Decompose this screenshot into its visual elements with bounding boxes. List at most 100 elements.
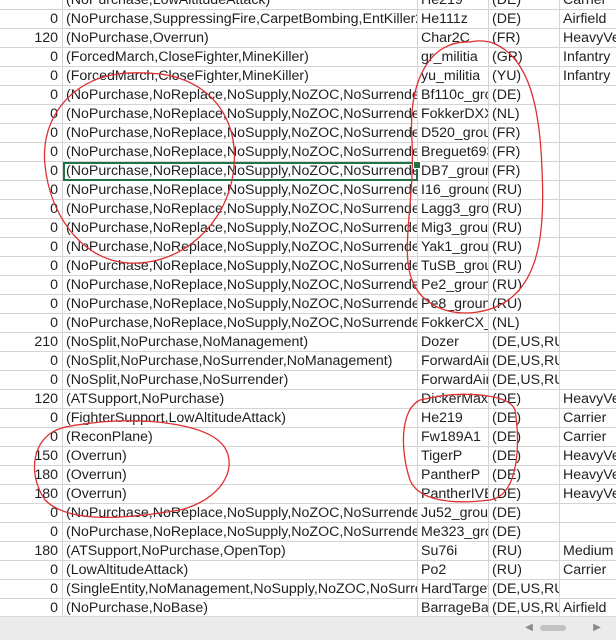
value-cell[interactable]: 0	[0, 200, 63, 219]
unit-name-cell[interactable]: D520_ground	[418, 124, 489, 143]
flags-cell[interactable]: (Overrun)	[63, 485, 418, 504]
nation-cell[interactable]: (RU)	[489, 181, 560, 200]
nation-cell[interactable]: (DE)	[489, 10, 560, 29]
class-cell[interactable]	[560, 143, 616, 162]
class-cell[interactable]	[560, 124, 616, 143]
nation-cell[interactable]: (GR)	[489, 48, 560, 67]
nation-cell[interactable]: (RU)	[489, 200, 560, 219]
nation-cell[interactable]: (DE)	[489, 428, 560, 447]
value-cell[interactable]: 0	[0, 162, 63, 181]
scroll-left-arrow-icon[interactable]: ◀	[522, 621, 536, 635]
nation-cell[interactable]: (DE,US,RU,GB,JP,IT,FR)	[489, 580, 560, 599]
class-cell[interactable]	[560, 314, 616, 333]
flags-cell[interactable]: (Overrun)	[63, 447, 418, 466]
flags-cell[interactable]: (NoPurchase,LowAltitudeAttack)	[63, 0, 418, 10]
nation-cell[interactable]: (FR)	[489, 124, 560, 143]
unit-name-cell[interactable]: Bf110c_ground	[418, 86, 489, 105]
value-cell[interactable]: 0	[0, 86, 63, 105]
flags-cell[interactable]: (NoPurchase,NoReplace,NoSupply,NoZOC,NoS…	[63, 276, 418, 295]
value-cell[interactable]: 0	[0, 48, 63, 67]
value-cell[interactable]: 0	[0, 352, 63, 371]
value-cell[interactable]: 0	[0, 580, 63, 599]
unit-name-cell[interactable]: TigerP	[418, 447, 489, 466]
value-cell[interactable]: 180	[0, 485, 63, 504]
unit-name-cell[interactable]: Char2C	[418, 29, 489, 48]
value-cell[interactable]: 0	[0, 257, 63, 276]
unit-name-cell[interactable]: Breguet693	[418, 143, 489, 162]
value-cell[interactable]: 0	[0, 314, 63, 333]
value-cell[interactable]: 0	[0, 105, 63, 124]
class-cell[interactable]	[560, 238, 616, 257]
class-cell[interactable]	[560, 333, 616, 352]
class-cell[interactable]: Infantry	[560, 67, 616, 86]
flags-cell[interactable]: (NoPurchase,NoReplace,NoSupply,NoZOC,NoS…	[63, 523, 418, 542]
value-cell[interactable]: 0	[0, 523, 63, 542]
nation-cell[interactable]: (FR)	[489, 143, 560, 162]
flags-cell[interactable]: (ReconPlane)	[63, 428, 418, 447]
unit-name-cell[interactable]: Su76i	[418, 542, 489, 561]
flags-cell[interactable]: (LowAltitudeAttack)	[63, 561, 418, 580]
unit-name-cell[interactable]: Po2	[418, 561, 489, 580]
nation-cell[interactable]: (DE)	[489, 504, 560, 523]
flags-cell[interactable]: (ForcedMarch,CloseFighter,MineKiller)	[63, 48, 418, 67]
nation-cell[interactable]: (FR)	[489, 162, 560, 181]
flags-cell[interactable]: (NoPurchase,NoReplace,NoSupply,NoZOC,NoS…	[63, 105, 418, 124]
nation-cell[interactable]: (DE)	[489, 485, 560, 504]
class-cell[interactable]	[560, 504, 616, 523]
unit-name-cell[interactable]: Mig3_ground	[418, 219, 489, 238]
nation-cell[interactable]: (RU)	[489, 295, 560, 314]
class-cell[interactable]	[560, 181, 616, 200]
class-cell[interactable]	[560, 86, 616, 105]
selected-cell[interactable]: (NoPurchase,NoReplace,NoSupply,NoZOC,NoS…	[63, 162, 418, 181]
flags-cell[interactable]: (NoSplit,NoPurchase,NoManagement)	[63, 333, 418, 352]
class-cell[interactable]: Airfield	[560, 10, 616, 29]
nation-cell[interactable]: (RU)	[489, 219, 560, 238]
unit-name-cell[interactable]: FokkerDXXI	[418, 105, 489, 124]
flags-cell[interactable]: (Overrun)	[63, 466, 418, 485]
unit-name-cell[interactable]: HardTarget	[418, 580, 489, 599]
scroll-right-arrow-icon[interactable]: ▶	[590, 621, 604, 635]
nation-cell[interactable]: (NL)	[489, 105, 560, 124]
horizontal-scrollbar[interactable]: ◀ ▶	[0, 616, 616, 640]
unit-name-cell[interactable]: Pe8_ground	[418, 295, 489, 314]
nation-cell[interactable]: (RU)	[489, 276, 560, 295]
value-cell[interactable]: 0	[0, 67, 63, 86]
flags-cell[interactable]: (NoPurchase,NoReplace,NoSupply,NoZOC,NoS…	[63, 181, 418, 200]
value-cell[interactable]: 120	[0, 29, 63, 48]
unit-name-cell[interactable]: DB7_ground	[418, 162, 489, 181]
unit-name-cell[interactable]: ForwardAirfield2	[418, 371, 489, 390]
value-cell[interactable]: 0	[0, 276, 63, 295]
unit-name-cell[interactable]: gr_militia	[418, 48, 489, 67]
class-cell[interactable]: Carrier	[560, 561, 616, 580]
flags-cell[interactable]: (ATSupport,NoPurchase)	[63, 390, 418, 409]
class-cell[interactable]	[560, 295, 616, 314]
nation-cell[interactable]: (DE)	[489, 447, 560, 466]
nation-cell[interactable]: (FR)	[489, 29, 560, 48]
unit-name-cell[interactable]: yu_militia	[418, 67, 489, 86]
value-cell[interactable]: 0	[0, 409, 63, 428]
value-cell[interactable]: 0	[0, 504, 63, 523]
unit-name-cell[interactable]: Yak1_ground	[418, 238, 489, 257]
class-cell[interactable]: Medium	[560, 542, 616, 561]
value-cell[interactable]: 0	[0, 238, 63, 257]
value-cell[interactable]: 180	[0, 466, 63, 485]
unit-name-cell[interactable]: I16_ground	[418, 181, 489, 200]
value-cell[interactable]	[0, 0, 63, 10]
value-cell[interactable]: 180	[0, 542, 63, 561]
flags-cell[interactable]: (NoPurchase,NoReplace,NoSupply,NoZOC,NoS…	[63, 257, 418, 276]
flags-cell[interactable]: (NoPurchase,NoReplace,NoSupply,NoZOC,NoS…	[63, 143, 418, 162]
class-cell[interactable]: HeavyVehicle	[560, 485, 616, 504]
unit-name-cell[interactable]: TuSB_ground	[418, 257, 489, 276]
nation-cell[interactable]: (NL)	[489, 314, 560, 333]
nation-cell[interactable]: (DE)	[489, 523, 560, 542]
flags-cell[interactable]: (FighterSupport,LowAltitudeAttack)	[63, 409, 418, 428]
flags-cell[interactable]: (NoPurchase,NoReplace,NoSupply,NoZOC,NoS…	[63, 219, 418, 238]
unit-name-cell[interactable]: He219	[418, 409, 489, 428]
value-cell[interactable]: 0	[0, 143, 63, 162]
class-cell[interactable]	[560, 105, 616, 124]
unit-name-cell[interactable]: PantherP	[418, 466, 489, 485]
flags-cell[interactable]: (NoPurchase,SuppressingFire,CarpetBombin…	[63, 10, 418, 29]
unit-name-cell[interactable]: Me323_ground	[418, 523, 489, 542]
nation-cell[interactable]: (RU)	[489, 542, 560, 561]
class-cell[interactable]	[560, 219, 616, 238]
